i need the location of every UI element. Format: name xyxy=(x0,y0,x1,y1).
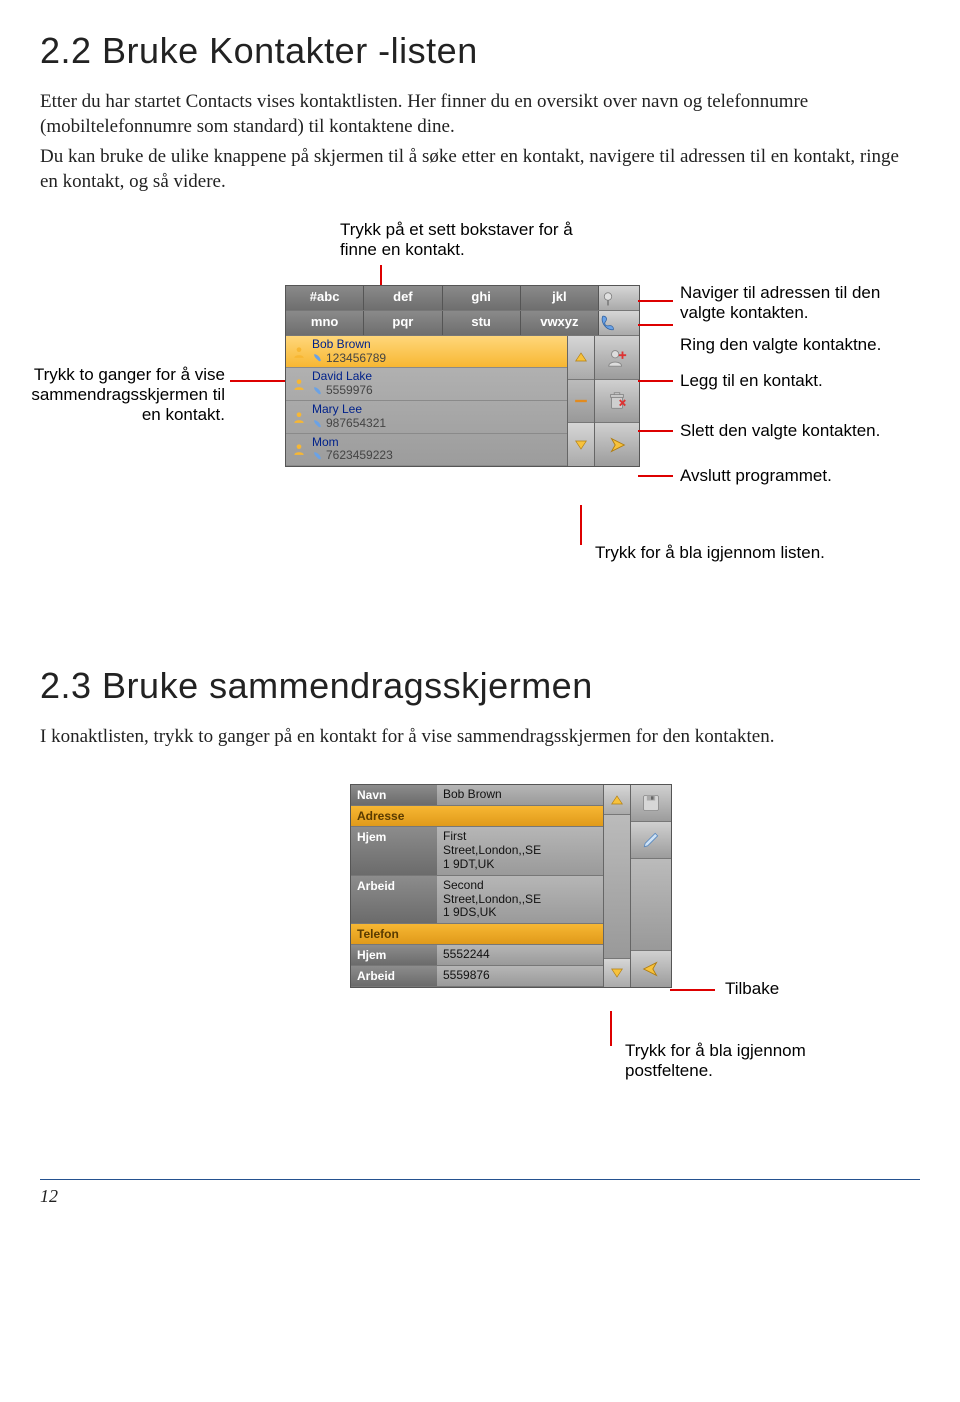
sum-label-homeaddr: Hjem xyxy=(351,827,437,874)
contact-phone: 987654321 xyxy=(326,417,386,431)
redline xyxy=(638,380,673,382)
delete-contact-button[interactable] xyxy=(595,380,639,424)
callout-scroll: Trykk for å bla igjennom listen. xyxy=(595,543,825,563)
letters-tab-jkl[interactable]: jkl xyxy=(521,286,599,310)
scroll-down-button[interactable] xyxy=(568,423,594,466)
contact-name: Mom xyxy=(312,436,393,450)
footer-rule: 12 xyxy=(40,1179,920,1207)
contact-row[interactable]: Mary Lee987654321 xyxy=(286,401,567,434)
redline xyxy=(638,475,673,477)
sum-label-name: Navn xyxy=(351,785,437,805)
contact-name: Mary Lee xyxy=(312,403,386,417)
person-icon xyxy=(292,410,306,424)
letters-row-2[interactable]: mno pqr stu vwxyz xyxy=(286,311,639,336)
back-button[interactable] xyxy=(631,951,671,987)
redline xyxy=(670,989,715,991)
add-contact-button[interactable] xyxy=(595,336,639,380)
section23-para: I konaktlisten, trykk to ganger på en ko… xyxy=(40,725,920,750)
redline xyxy=(580,505,582,545)
person-icon xyxy=(292,377,306,391)
section22-para1: Etter du har startet Contacts vises kont… xyxy=(40,90,920,139)
sum-section-address: Adresse xyxy=(351,806,437,826)
contact-row-selected[interactable]: Bob Brown123456789 xyxy=(286,336,567,369)
redline xyxy=(610,1011,612,1046)
person-icon xyxy=(292,442,306,456)
edit-icon[interactable] xyxy=(631,822,671,859)
contact-name: Bob Brown xyxy=(312,338,386,352)
callout-add: Legg til en kontakt. xyxy=(680,371,823,391)
save-icon[interactable] xyxy=(631,785,671,822)
sum-val-homeaddr: First Street,London,,SE 1 9DT,UK xyxy=(437,827,603,874)
sum-label-workaddr: Arbeid xyxy=(351,876,437,923)
scroll-up-button[interactable] xyxy=(568,336,594,380)
letters-row-1[interactable]: #abc def ghi jkl xyxy=(286,286,639,311)
contact-list[interactable]: Bob Brown123456789 David Lake5559976 Mar… xyxy=(286,336,567,466)
callout-letters: Trykk på et sett bokstaver for å finne e… xyxy=(340,220,600,260)
call-icon[interactable] xyxy=(599,311,639,335)
callout-delete: Slett den valgte kontakten. xyxy=(680,421,880,441)
callout-navigate: Naviger til adressen til den valgte kont… xyxy=(680,283,920,323)
callout-scroll2: Trykk for å bla igjennom postfeltene. xyxy=(625,1041,835,1081)
scroll-down-button[interactable] xyxy=(604,959,630,988)
letters-tab-vwxyz[interactable]: vwxyz xyxy=(521,311,599,335)
scroll-track[interactable] xyxy=(604,815,630,959)
sum-val-workaddr: Second Street,London,,SE 1 9DS,UK xyxy=(437,876,603,923)
callout-back: Tilbake xyxy=(725,979,779,999)
contact-row[interactable]: Mom7623459223 xyxy=(286,434,567,467)
person-icon xyxy=(292,345,306,359)
redline xyxy=(638,430,673,432)
redline xyxy=(380,265,382,287)
contact-phone: 5559976 xyxy=(326,384,373,398)
page-number: 12 xyxy=(40,1186,58,1206)
contact-row[interactable]: David Lake5559976 xyxy=(286,368,567,401)
sum-label-homephone: Hjem xyxy=(351,945,437,965)
callout-doubletap: Trykk to ganger for å vise sammendragssk… xyxy=(25,365,225,425)
section-heading-23: 2.3 Bruke sammendragsskjermen xyxy=(40,665,920,707)
section-heading-22: 2.2 Bruke Kontakter -listen xyxy=(40,30,920,72)
letters-tab-mno[interactable]: mno xyxy=(286,311,364,335)
callout-exit: Avslutt programmet. xyxy=(680,466,832,486)
scroll-track[interactable] xyxy=(568,380,594,424)
letters-tab-def[interactable]: def xyxy=(364,286,442,310)
scroll-up-button[interactable] xyxy=(604,785,630,815)
letters-tab-stu[interactable]: stu xyxy=(443,311,521,335)
letters-tab-ghi[interactable]: ghi xyxy=(443,286,521,310)
nav-pin-icon[interactable] xyxy=(599,286,639,310)
redline xyxy=(638,300,673,302)
sum-section-phone: Telefon xyxy=(351,924,437,944)
sum-val-homephone: 5552244 xyxy=(437,945,603,965)
letters-tab-pqr[interactable]: pqr xyxy=(364,311,442,335)
sum-label-workphone: Arbeid xyxy=(351,966,437,986)
section22-para2: Du kan bruke de ulike knappene på skjerm… xyxy=(40,145,920,194)
sum-val-workphone: 5559876 xyxy=(437,966,603,986)
contact-phone: 123456789 xyxy=(326,352,386,366)
contact-name: David Lake xyxy=(312,370,373,384)
redline xyxy=(638,324,673,326)
contact-phone: 7623459223 xyxy=(326,449,393,463)
redline xyxy=(230,380,285,382)
sum-val-name: Bob Brown xyxy=(437,785,603,805)
letters-tab-abc[interactable]: #abc xyxy=(286,286,364,310)
exit-button[interactable] xyxy=(595,423,639,466)
callout-call: Ring den valgte kontaktne. xyxy=(680,335,881,355)
side-spacer xyxy=(631,859,671,951)
